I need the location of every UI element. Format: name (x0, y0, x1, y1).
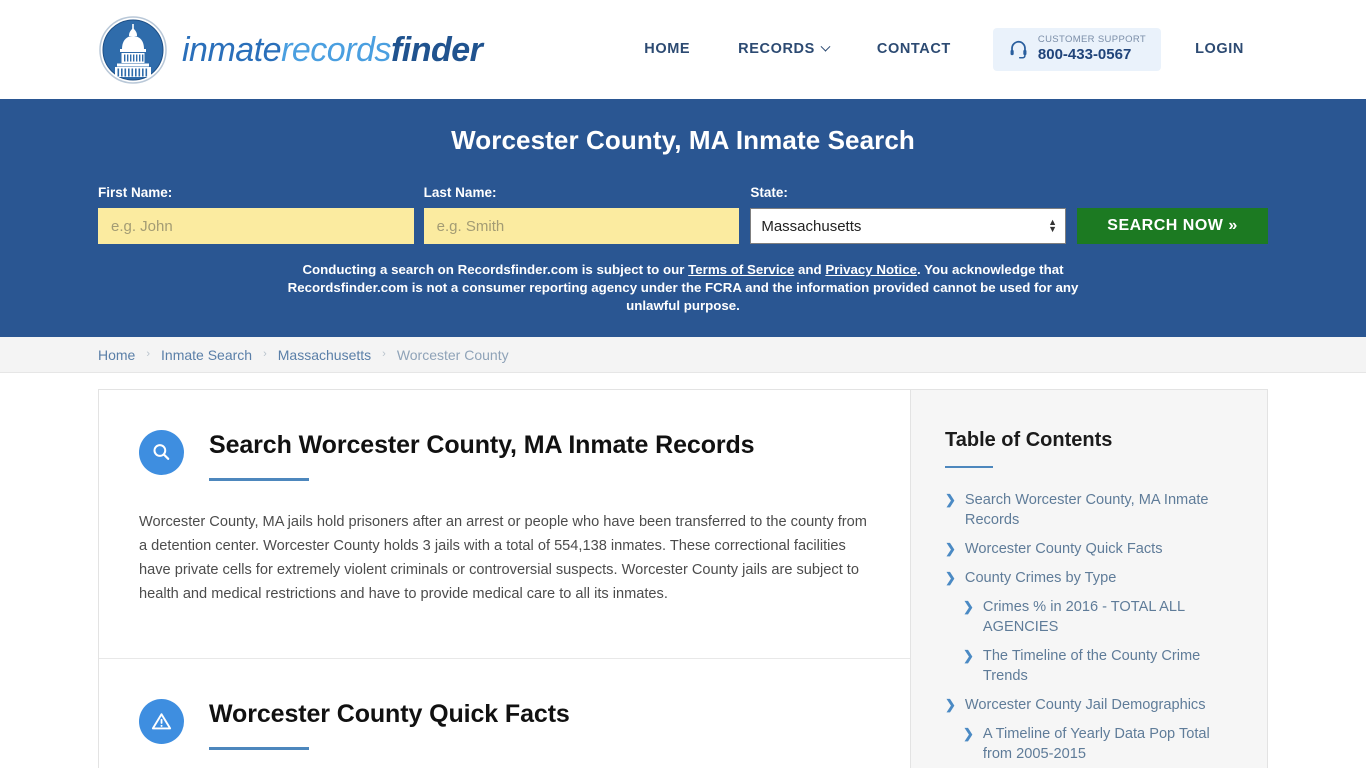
nav-label-home: HOME (644, 41, 691, 58)
privacy-notice-link[interactable]: Privacy Notice (825, 262, 917, 277)
state-select[interactable]: Massachusetts (750, 208, 1067, 244)
toc-link-label[interactable]: Worcester County Jail Demographics (965, 695, 1206, 715)
section-title: Search Worcester County, MA Inmate Recor… (209, 431, 755, 459)
site-logo[interactable]: inmaterecordsfinder (98, 15, 483, 85)
breadcrumb-bar: Home › Inmate Search › Massachusetts › W… (0, 337, 1366, 373)
toc-item-yearly-pop-total[interactable]: ❯ A Timeline of Yearly Data Pop Total fr… (945, 724, 1239, 764)
breadcrumb: Home › Inmate Search › Massachusetts › W… (98, 347, 509, 363)
toc-title: Table of Contents (945, 429, 1113, 451)
toc-list: ❯ Search Worcester County, MA Inmate Rec… (945, 490, 1239, 764)
chevron-right-icon: ❯ (963, 648, 974, 663)
toc-item-quick-facts[interactable]: ❯ Worcester County Quick Facts (945, 539, 1239, 559)
toc-item-search-records[interactable]: ❯ Search Worcester County, MA Inmate Rec… (945, 490, 1239, 530)
capitol-dome-icon (99, 15, 167, 84)
brand-wordmark: inmaterecordsfinder (182, 30, 483, 69)
table-of-contents-sidebar: Table of Contents ❯ Search Worcester Cou… (911, 390, 1267, 768)
terms-of-service-link[interactable]: Terms of Service (688, 262, 794, 277)
chevron-right-icon: ❯ (963, 599, 974, 614)
site-header: inmaterecordsfinder HOME RECORDS CONTACT… (0, 0, 1366, 99)
section-header: Worcester County Quick Facts (139, 697, 870, 751)
nav-item-records[interactable]: RECORDS (714, 31, 853, 67)
warning-icon (139, 699, 184, 745)
section-paragraph: Worcester County, MA jails hold prisoner… (139, 513, 867, 602)
section-title-box: Worcester County Quick Facts (209, 697, 570, 751)
disclaimer-part-2: and (794, 262, 826, 277)
nav-label-records: RECORDS (738, 41, 815, 58)
title-underline (209, 477, 309, 481)
brand-part-2: records (281, 30, 391, 69)
toc-link-label[interactable]: Crimes % in 2016 - TOTAL ALL AGENCIES (983, 597, 1239, 637)
breadcrumb-item-home[interactable]: Home (98, 347, 135, 363)
toc-link-label[interactable]: A Timeline of Yearly Data Pop Total from… (983, 724, 1239, 764)
hero-search-panel: Worcester County, MA Inmate Search First… (0, 99, 1366, 337)
first-name-input[interactable] (98, 208, 414, 244)
toc-item-crimes-2016[interactable]: ❯ Crimes % in 2016 - TOTAL ALL AGENCIES (945, 597, 1239, 637)
section-quick-facts: Worcester County Quick Facts (99, 658, 910, 768)
breadcrumb-separator-icon: › (382, 347, 386, 360)
chevron-right-icon: ❯ (945, 697, 956, 712)
chevron-right-icon: ❯ (945, 541, 956, 556)
breadcrumb-item-massachusetts[interactable]: Massachusetts (278, 347, 371, 363)
headset-icon (1010, 40, 1027, 59)
support-label: CUSTOMER SUPPORT (1037, 34, 1147, 46)
content-columns: Search Worcester County, MA Inmate Recor… (98, 389, 1268, 768)
breadcrumb-item-worcester-county: Worcester County (396, 346, 509, 363)
search-disclaimer: Conducting a search on Recordsfinder.com… (263, 261, 1103, 315)
toc-link-label[interactable]: Worcester County Quick Facts (965, 539, 1163, 559)
toc-item-crime-trends-timeline[interactable]: ❯ The Timeline of the County Crime Trend… (945, 646, 1239, 686)
search-now-button[interactable]: SEARCH NOW » (1077, 208, 1268, 244)
page-title: Worcester County, MA Inmate Search (451, 125, 915, 155)
first-name-field-group: First Name: (98, 185, 414, 244)
section-title: Worcester County Quick Facts (209, 700, 570, 729)
chevron-right-icon: ❯ (945, 492, 956, 507)
search-glyph (153, 444, 170, 460)
last-name-input[interactable] (423, 208, 740, 244)
main-column: Search Worcester County, MA Inmate Recor… (99, 390, 911, 768)
section-title-box: Search Worcester County, MA Inmate Recor… (209, 428, 755, 481)
nav-label-contact: CONTACT (876, 41, 951, 58)
nav-item-login[interactable]: LOGIN (1171, 31, 1268, 67)
state-field-group: State: Massachusetts ▲ ▼ (750, 185, 1067, 244)
support-text: CUSTOMER SUPPORT 800-433-0567 (1037, 34, 1147, 64)
warning-glyph (151, 713, 172, 730)
disclaimer-part-1: Conducting a search on Recordsfinder.com… (302, 262, 689, 277)
support-phone: 800-433-0567 (1037, 46, 1132, 64)
chevron-right-icon: ❯ (945, 570, 956, 585)
first-name-label: First Name: (98, 185, 173, 200)
inmate-search-form: First Name: Last Name: State: Massachuse… (98, 185, 1268, 244)
section-header: Search Worcester County, MA Inmate Recor… (139, 428, 870, 481)
nav-item-home[interactable]: HOME (620, 31, 714, 67)
main-navigation: HOME RECORDS CONTACT CUSTOMER SUPPORT 80… (620, 28, 1268, 71)
search-icon (139, 430, 184, 475)
state-select-wrapper: Massachusetts ▲ ▼ (750, 208, 1067, 244)
state-label: State: (750, 185, 788, 200)
brand-part-1: inmate (182, 30, 282, 69)
toc-link-label[interactable]: The Timeline of the County Crime Trends (983, 646, 1239, 686)
breadcrumb-separator-icon: › (146, 347, 151, 360)
toc-item-county-crimes-by-type[interactable]: ❯ County Crimes by Type (945, 568, 1239, 588)
customer-support-badge[interactable]: CUSTOMER SUPPORT 800-433-0567 (992, 28, 1162, 71)
nav-item-contact[interactable]: CONTACT (853, 31, 975, 67)
breadcrumb-item-inmate-search[interactable]: Inmate Search (161, 347, 252, 363)
breadcrumb-separator-icon: › (263, 347, 267, 360)
brand-part-3: finder (390, 30, 483, 69)
last-name-label: Last Name: (423, 185, 497, 200)
chevron-right-icon: ❯ (963, 726, 974, 741)
title-underline (209, 747, 309, 751)
nav-label-login: LOGIN (1195, 41, 1244, 58)
toc-underline (945, 466, 993, 468)
section-search-records: Search Worcester County, MA Inmate Recor… (99, 390, 910, 658)
last-name-field-group: Last Name: (423, 185, 740, 244)
toc-item-jail-demographics[interactable]: ❯ Worcester County Jail Demographics (945, 695, 1239, 715)
toc-link-label[interactable]: County Crimes by Type (965, 568, 1116, 588)
page-content: Search Worcester County, MA Inmate Recor… (0, 373, 1366, 768)
chevron-down-icon (820, 41, 831, 52)
toc-link-label[interactable]: Search Worcester County, MA Inmate Recor… (965, 490, 1239, 530)
